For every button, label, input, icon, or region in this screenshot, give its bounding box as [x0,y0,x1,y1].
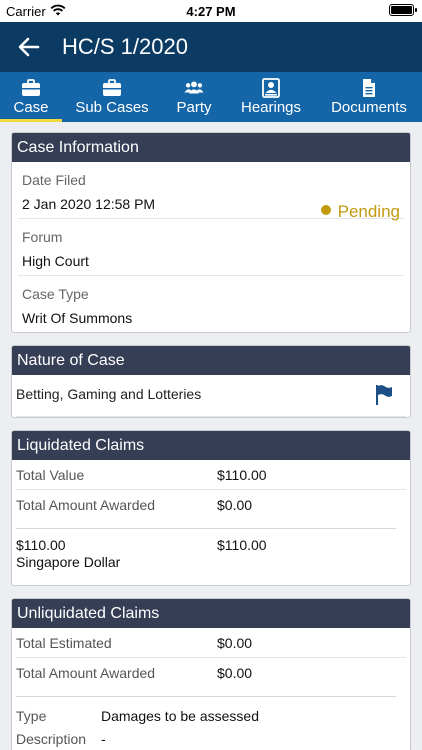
case-type-field: Case Type Writ Of Summons [18,276,404,332]
total-value-label: Total Value [16,467,85,483]
unliquidated-awarded-amount: $0.00 [217,665,253,681]
briefcase-icon [103,79,121,96]
battery-icon [389,4,417,16]
total-estimated-row: Total Estimated $0.00 [16,628,406,658]
total-estimated-amount: $0.00 [217,635,253,651]
tab-label: Documents [331,99,407,116]
back-arrow-icon[interactable] [16,34,42,60]
forum-field: Forum High Court [18,219,404,276]
claim-type-value: Damages to be assessed [101,708,259,724]
forum-value: High Court [22,253,89,269]
tab-label: Case [13,99,49,116]
briefcase-icon [22,79,40,96]
nature-of-case-card: Nature of Case Betting, Gaming and Lotte… [11,345,411,418]
claim-type-row: Type Damages to be assessed [16,705,406,728]
status-bar: Carrier 4:27 PM [0,0,422,22]
date-filed-label: Date Filed [22,172,86,188]
document-icon [363,79,375,97]
unliquidated-claims-header: Unliquidated Claims [12,599,410,628]
date-filed-field: Date Filed 2 Jan 2020 12:58 PM Pending [18,162,404,221]
claim-description-value: - [101,731,106,747]
liquidated-awarded-label: Total Amount Awarded [16,497,156,513]
page-title: HC/S 1/2020 [62,34,188,59]
total-value-amount: $110.00 [217,467,267,483]
tab-hearings[interactable]: Hearings [226,72,316,122]
claim-description-label: Description [16,731,87,747]
forum-label: Forum [22,229,63,245]
tab-case[interactable]: Case [0,72,62,122]
tab-label: Sub Cases [75,99,149,116]
case-type-label: Case Type [22,286,89,302]
liquidated-claims-header: Liquidated Claims [12,431,410,460]
clock: 4:27 PM [186,4,236,19]
nature-row: Betting, Gaming and Lotteries [16,375,406,417]
claim-item-currency: Singapore Dollar [16,554,121,570]
unliquidated-claims-card: Unliquidated Claims Total Estimated $0.0… [11,598,411,750]
unliquidated-awarded-label: Total Amount Awarded [16,665,156,681]
tab-party[interactable]: Party [162,72,226,122]
total-value-row: Total Value $110.00 [16,460,406,490]
claim-item: $110.00 Singapore Dollar $110.00 [16,529,406,585]
users-icon [184,81,204,94]
navigation-bar: HC/S 1/2020 [0,22,422,72]
status-dot-icon [320,205,331,215]
total-estimated-label: Total Estimated [16,635,112,651]
liquidated-awarded-amount: $0.00 [217,497,253,513]
nature-value: Betting, Gaming and Lotteries [16,386,202,402]
case-information-card: Case Information Date Filed 2 Jan 2020 1… [11,132,411,333]
unliquidated-awarded-row: Total Amount Awarded $0.00 [16,658,406,688]
nature-of-case-header: Nature of Case [12,346,410,375]
claim-type-label: Type [16,708,47,724]
tab-sub-cases[interactable]: Sub Cases [62,72,162,122]
flag-icon[interactable] [374,384,394,406]
tab-label: Hearings [240,99,302,116]
tab-documents[interactable]: Documents [316,72,422,122]
judge-icon [262,78,280,98]
tab-bar: Case Sub Cases Party Hearings Documents [0,72,422,122]
case-information-header: Case Information [12,133,410,162]
liquidated-claims-card: Liquidated Claims Total Value $110.00 To… [11,430,411,586]
tab-label: Party [176,99,212,116]
case-type-value: Writ Of Summons [22,310,133,326]
claim-item-amount: $110.00 [16,537,66,553]
case-detail-content[interactable]: Case Information Date Filed 2 Jan 2020 1… [0,122,422,750]
claim-description-row: Description - [16,728,406,750]
claim-item-value: $110.00 [217,537,267,553]
liquidated-awarded-row: Total Amount Awarded $0.00 [16,490,406,520]
